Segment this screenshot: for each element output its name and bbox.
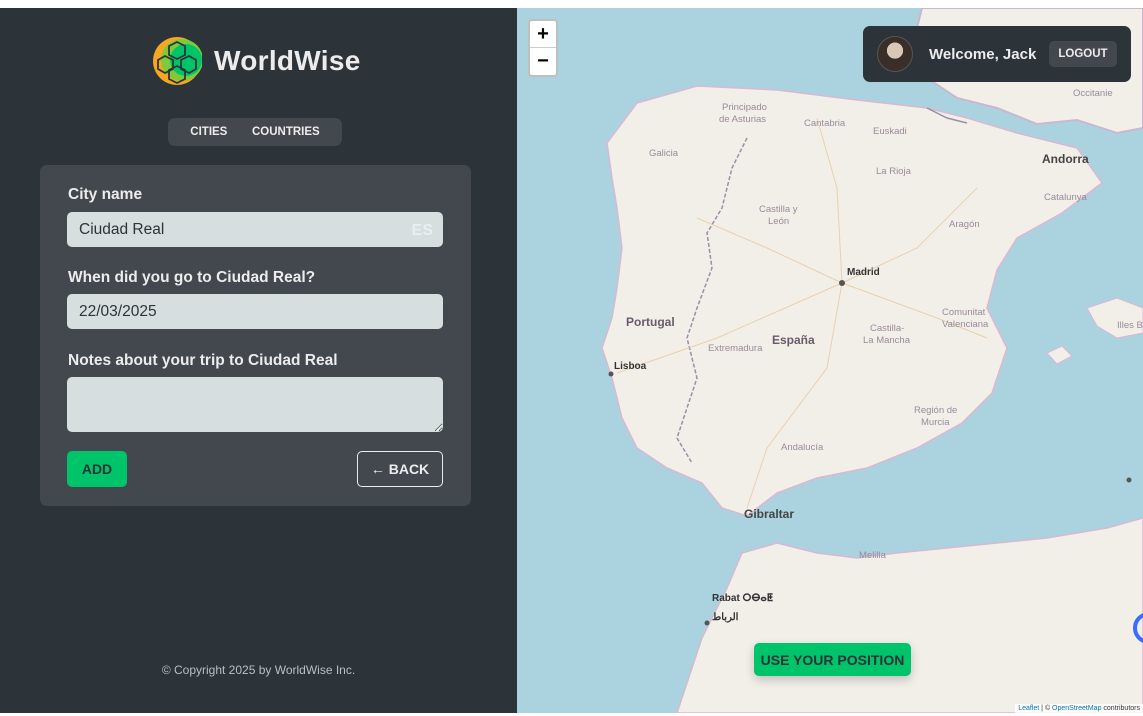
date-label: When did you go to Ciudad Real?	[68, 269, 316, 286]
globe-logo-icon	[153, 37, 202, 85]
map-label: España	[772, 333, 815, 347]
app-nav: Cities Countries	[168, 118, 342, 146]
back-button[interactable]: ← BACK	[357, 451, 443, 487]
map-label: de Asturias	[719, 114, 766, 125]
map-label: Aragón	[949, 219, 980, 230]
map-label: Castilla-	[870, 323, 905, 334]
tab-countries[interactable]: Countries	[252, 126, 320, 138]
map-label: Murcia	[921, 417, 950, 428]
city-name-input[interactable]	[79, 220, 399, 239]
attribution-separator: | ©	[1039, 705, 1053, 712]
zoom-out-button[interactable]: −	[530, 48, 556, 75]
city-name-input-wrapper: ES	[67, 212, 443, 247]
app-root: WorldWise Cities Countries City name ES …	[0, 8, 1143, 713]
sidebar: WorldWise Cities Countries City name ES …	[0, 8, 517, 713]
map-label: Castilla y	[759, 204, 798, 215]
welcome-text: Welcome, Jack	[929, 45, 1037, 63]
osm-link[interactable]: OpenStreetMap	[1052, 705, 1101, 712]
add-city-form: City name ES When did you go to Ciudad R…	[40, 165, 471, 506]
app-name: WorldWise	[214, 45, 361, 76]
attribution-contributors: contributors	[1101, 705, 1140, 712]
map-label: Catalunya	[1044, 192, 1087, 203]
map-label: Melilla	[859, 550, 886, 561]
map-label: Gibraltar	[744, 507, 795, 521]
map-label: Madrid	[847, 267, 880, 278]
copyright: © Copyright 2025 by WorldWise Inc.	[161, 663, 356, 677]
map-label: Galicia	[649, 148, 679, 159]
add-button[interactable]: ADD	[67, 451, 127, 487]
notes-label: Notes about your trip to Ciudad Real	[68, 352, 338, 369]
zoom-control: + −	[528, 19, 558, 77]
notes-textarea[interactable]	[67, 377, 443, 432]
map-label: الرباط	[712, 612, 739, 623]
map-label: Andorra	[1042, 152, 1089, 166]
map-tiles	[517, 8, 1143, 713]
map-label: Occitanie	[1073, 88, 1113, 99]
map-label: La Rioja	[876, 166, 911, 177]
map-label: Cantabria	[804, 118, 846, 129]
city-name-label: City name	[68, 186, 143, 203]
map-label: Región de	[914, 405, 958, 416]
map-label: Comunitat	[942, 307, 986, 318]
map[interactable]: + − Principado de Asturias Cantabria Eus…	[517, 8, 1143, 713]
use-position-button[interactable]: USE YOUR POSITION	[754, 643, 911, 676]
map-label: Principado	[722, 102, 767, 113]
logout-button[interactable]: LOGOUT	[1049, 41, 1117, 67]
date-input[interactable]	[67, 294, 443, 329]
country-flag: ES	[411, 222, 433, 239]
map-label: Extremadura	[708, 343, 763, 354]
logo[interactable]: WorldWise	[152, 36, 361, 86]
tab-cities[interactable]: Cities	[190, 126, 227, 138]
map-label: Portugal	[626, 315, 675, 329]
map-attribution: Leaflet | © OpenStreetMap contributors	[1015, 704, 1143, 713]
map-label: León	[768, 216, 790, 227]
user-avatar	[877, 36, 913, 72]
map-label: Andalucía	[781, 442, 824, 453]
map-label: Rabat ⵔⴱⴰⵟ	[712, 593, 774, 604]
map-label: La Mancha	[863, 335, 911, 346]
map-label: Euskadi	[873, 126, 907, 137]
user-panel: Welcome, Jack LOGOUT	[863, 26, 1131, 82]
map-label: Illes Ba	[1117, 320, 1143, 331]
zoom-in-button[interactable]: +	[530, 21, 556, 48]
map-label: Valenciana	[942, 319, 989, 330]
leaflet-link[interactable]: Leaflet	[1018, 705, 1039, 712]
map-label: Lisboa	[614, 361, 647, 372]
